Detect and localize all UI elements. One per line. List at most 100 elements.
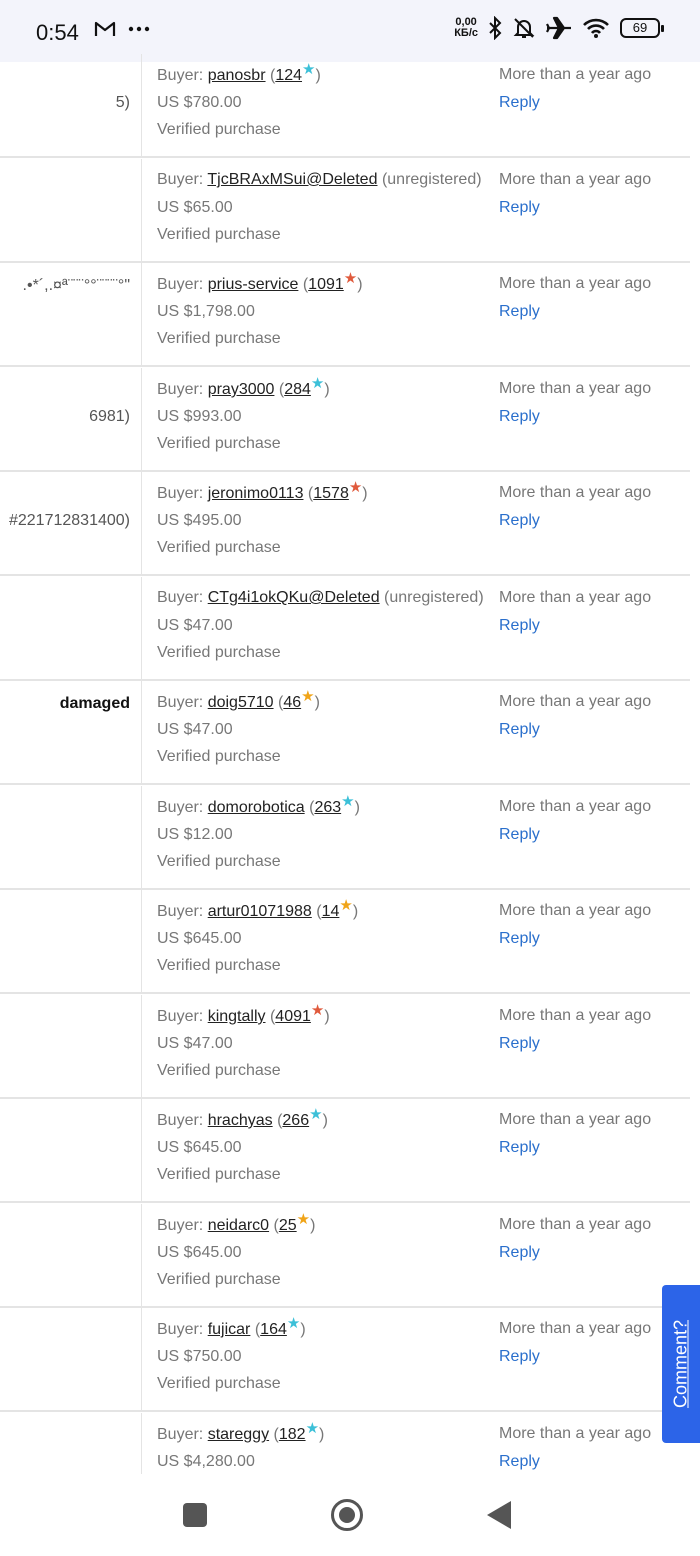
buyer-name-link[interactable]: kingtally	[208, 1008, 266, 1025]
column-divider	[141, 1204, 142, 1306]
feedback-time: More than a year ago	[499, 693, 652, 710]
buyer-line: Buyer: hrachyas (266★)	[157, 1106, 328, 1129]
airplane-icon	[546, 16, 571, 40]
feedback-score-link[interactable]: 266	[282, 1112, 309, 1129]
reply-link[interactable]: Reply	[499, 617, 540, 635]
verified-purchase-label: Verified purchase	[157, 853, 281, 870]
buyer-name-link[interactable]: prius-service	[208, 276, 299, 293]
feedback-row: damaged Buyer: doig5710 (46★) US $47.00 Ver…	[0, 681, 690, 785]
buyer-label: Buyer:	[157, 485, 204, 502]
feedback-time: More than a year ago	[499, 275, 652, 292]
star-icon: ★	[286, 1315, 301, 1332]
verified-purchase-label: Verified purchase	[157, 1166, 281, 1183]
buyer-name-link[interactable]: neidarc0	[208, 1217, 269, 1234]
feedback-row: Buyer: domorobotica (263★) US $12.00 Verif…	[0, 786, 690, 890]
comment-button[interactable]: Comment?	[662, 1285, 700, 1443]
buyer-name-link[interactable]: stareggy	[208, 1426, 269, 1443]
buyer-name-link[interactable]: CTg4i1okQKu@Deleted	[208, 589, 380, 606]
price: US $12.00	[157, 826, 233, 843]
price: US $47.00	[157, 721, 233, 738]
reply-link[interactable]: Reply	[499, 1453, 540, 1471]
feedback-score-link[interactable]: 124	[275, 67, 302, 84]
feedback-score-link[interactable]: 25	[279, 1217, 297, 1234]
comment-button-label: Comment?	[670, 1319, 691, 1409]
feedback-time: More than a year ago	[499, 1425, 652, 1442]
price: US $1,798.00	[157, 303, 255, 320]
feedback-row: Buyer: kingtally (4091★) US $47.00 Verifie…	[0, 995, 690, 1099]
reply-link[interactable]: Reply	[499, 721, 540, 739]
reply-link[interactable]: Reply	[499, 1244, 540, 1262]
buyer-label: Buyer:	[157, 903, 204, 920]
column-divider	[141, 577, 142, 679]
reply-link[interactable]: Reply	[499, 94, 540, 112]
verified-purchase-label: Verified purchase	[157, 330, 281, 347]
feedback-list: 5) Buyer: panosbr (124★) US $780.00 Verifie…	[0, 54, 700, 1474]
item-description-fragment: #221712831400)	[8, 512, 130, 529]
reply-link[interactable]: Reply	[499, 1139, 540, 1157]
price: US $65.00	[157, 199, 233, 216]
reply-link[interactable]: Reply	[499, 1348, 540, 1366]
feedback-time: More than a year ago	[499, 798, 652, 815]
verified-purchase-label: Verified purchase	[157, 957, 281, 974]
feedback-score-link[interactable]: 1091	[308, 276, 344, 293]
feedback-score-link[interactable]: 284	[284, 381, 311, 398]
feedback-score-link[interactable]: 46	[283, 694, 301, 711]
reply-link[interactable]: Reply	[499, 930, 540, 948]
buyer-label: Buyer:	[157, 67, 204, 84]
feedback-score-link[interactable]: 14	[322, 903, 340, 920]
column-divider	[141, 54, 142, 156]
column-divider	[141, 890, 142, 992]
feedback-row: 5) Buyer: panosbr (124★) US $780.00 Verifie…	[0, 54, 690, 158]
feedback-row: Buyer: neidarc0 (25★) US $645.00 Verified …	[0, 1204, 690, 1308]
star-icon: ★	[348, 479, 363, 496]
feedback-time: More than a year ago	[499, 484, 652, 501]
more-dots-icon	[128, 26, 150, 32]
column-divider	[141, 1099, 142, 1201]
price: US $993.00	[157, 408, 242, 425]
buyer-line: Buyer: prius-service (1091★)	[157, 270, 363, 293]
feedback-score-link[interactable]: 182	[279, 1426, 306, 1443]
reply-link[interactable]: Reply	[499, 408, 540, 426]
reply-link[interactable]: Reply	[499, 826, 540, 844]
buyer-name-link[interactable]: hrachyas	[208, 1112, 273, 1129]
column-divider	[141, 472, 142, 574]
feedback-time: More than a year ago	[499, 1007, 652, 1024]
item-description-fragment: .•*´,.¤ª¨¨¨°°¨¨¨¨°"	[22, 277, 130, 294]
buyer-line: Buyer: CTg4i1okQKu@Deleted (unregistered…	[157, 589, 484, 607]
buyer-line: Buyer: neidarc0 (25★)	[157, 1211, 316, 1234]
buyer-name-link[interactable]: pray3000	[208, 381, 275, 398]
feedback-score-link[interactable]: 1578	[313, 485, 349, 502]
star-icon: ★	[341, 793, 355, 810]
price: US $47.00	[157, 1035, 233, 1052]
feedback-score-link[interactable]: 4091	[275, 1008, 311, 1025]
buyer-label: Buyer:	[157, 276, 204, 293]
feedback-row: Buyer: artur01071988 (14★) US $645.00 Veri…	[0, 890, 690, 994]
buyer-name-link[interactable]: artur01071988	[208, 903, 312, 920]
star-icon: ★	[309, 1106, 323, 1123]
buyer-name-link[interactable]: domorobotica	[208, 799, 305, 816]
back-icon[interactable]	[487, 1501, 511, 1529]
feedback-score-link[interactable]: 164	[260, 1321, 287, 1338]
column-divider	[141, 368, 142, 470]
recent-apps-icon[interactable]	[183, 1503, 207, 1527]
buyer-name-link[interactable]: doig5710	[208, 694, 274, 711]
buyer-label: Buyer:	[157, 1008, 204, 1025]
reply-link[interactable]: Reply	[499, 303, 540, 321]
price: US $645.00	[157, 1244, 242, 1261]
reply-link[interactable]: Reply	[499, 512, 540, 530]
verified-purchase-label: Verified purchase	[157, 121, 281, 138]
home-icon[interactable]	[331, 1499, 363, 1531]
buyer-line: Buyer: fujicar (164★)	[157, 1315, 306, 1338]
buyer-line: Buyer: panosbr (124★)	[157, 61, 321, 84]
star-icon: ★	[296, 1211, 311, 1228]
reply-link[interactable]: Reply	[499, 199, 540, 217]
item-description-fragment: damaged	[59, 695, 130, 712]
buyer-name-link[interactable]: fujicar	[208, 1321, 251, 1338]
buyer-name-link[interactable]: jeronimo0113	[208, 485, 304, 502]
star-icon: ★	[310, 1002, 325, 1019]
reply-link[interactable]: Reply	[499, 1035, 540, 1053]
buyer-name-link[interactable]: TjcBRAxMSui@Deleted	[207, 171, 377, 188]
feedback-score-link[interactable]: 263	[314, 799, 341, 816]
buyer-label: Buyer:	[157, 1321, 204, 1338]
buyer-name-link[interactable]: panosbr	[208, 67, 266, 84]
